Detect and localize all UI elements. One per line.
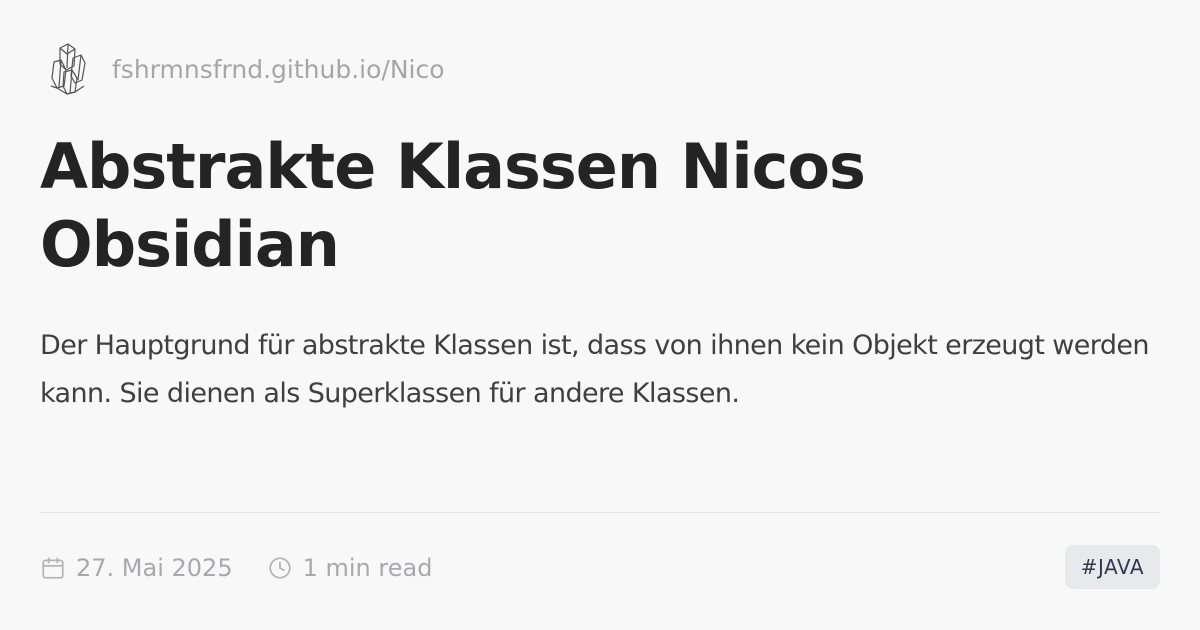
reading-time: 1 min read [267,554,433,582]
post-date: 27. Mai 2025 [40,554,233,582]
post-date-text: 27. Mai 2025 [76,554,233,582]
post-description: Der Hauptgrund für abstrakte Klassen ist… [40,330,1149,409]
calendar-icon [42,557,64,579]
site-header: fshrmnsfrnd.github.io/Nico [48,42,445,96]
divider [40,512,1160,513]
clock-icon [268,557,291,579]
tag-java[interactable]: #JAVA [1064,545,1160,589]
site-url[interactable]: fshrmnsfrnd.github.io/Nico [112,55,445,84]
crystal-logo-icon [50,43,86,95]
share-card: fshrmnsfrnd.github.io/Nico Abstrakte Kla… [0,0,1200,630]
page-title: Abstrakte Klassen Nicos Obsidian [40,130,866,281]
reading-time-text: 1 min read [302,554,433,582]
post-meta: 27. Mai 2025 1 min read [40,548,432,588]
